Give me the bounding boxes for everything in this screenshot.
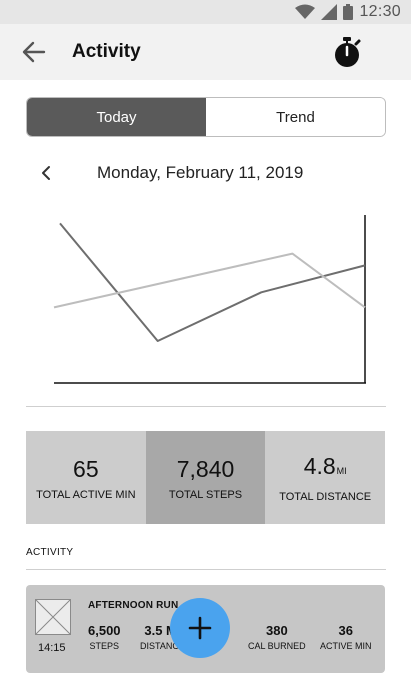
tab-today[interactable]: Today: [27, 98, 206, 136]
stat-active-min[interactable]: 65 TOTAL ACTIVE MIN: [26, 431, 146, 524]
arrow-back-icon: [22, 41, 46, 63]
page-title: Activity: [72, 41, 141, 62]
status-bar: 12:30: [0, 0, 411, 24]
metric-label: CAL BURNED: [248, 641, 306, 651]
divider: [26, 569, 386, 570]
date-label: Monday, February 11, 2019: [97, 163, 304, 182]
image-placeholder-icon: [35, 599, 71, 635]
chart-series-line-1: [59, 222, 366, 342]
status-icons: 12:30: [295, 3, 401, 21]
metric-value: 6,500: [88, 623, 121, 638]
stat-value: 4.8MI: [303, 453, 347, 479]
activity-time: 14:15: [38, 642, 66, 654]
tab-bar: Today Trend: [26, 97, 386, 137]
wifi-icon: [295, 4, 316, 19]
divider: [26, 406, 386, 407]
metric-steps: 6,500 STEPS: [88, 623, 121, 651]
stat-label: TOTAL ACTIVE MIN: [36, 488, 136, 501]
metric-label: ACTIVE MIN: [320, 641, 372, 651]
add-activity-button[interactable]: [170, 598, 230, 658]
metric-calories: 380 CAL BURNED: [248, 623, 306, 651]
metric-value: 380: [265, 623, 288, 638]
stat-label: TOTAL STEPS: [168, 488, 243, 501]
metric-value: 36: [338, 623, 353, 638]
stat-label: TOTAL DISTANCE: [279, 491, 372, 503]
activity-title: AFTERNOON RUN: [88, 600, 179, 611]
battery-icon: [343, 4, 354, 20]
plus-icon: [188, 616, 212, 640]
metric-active-min: 36 ACTIVE MIN: [320, 623, 372, 651]
app-bar: Activity: [0, 24, 411, 80]
stat-value: 65: [73, 455, 99, 482]
stat-steps[interactable]: 7,840 TOTAL STEPS: [145, 431, 266, 524]
stopwatch-button[interactable]: [331, 36, 363, 68]
chevron-left-icon: [42, 166, 50, 180]
stopwatch-icon: [335, 37, 361, 67]
activity-chart: [53, 215, 366, 384]
back-button[interactable]: [20, 38, 48, 66]
tab-trend[interactable]: Trend: [206, 98, 385, 136]
previous-day-button[interactable]: [36, 162, 56, 184]
chart-series: [53, 222, 366, 342]
signal-icon: [321, 4, 338, 20]
section-label-activity: ACTIVITY: [26, 547, 74, 558]
stat-unit: MI: [336, 466, 347, 476]
summary-stats: 65 TOTAL ACTIVE MIN 7,840 TOTAL STEPS 4.…: [26, 431, 386, 524]
stat-distance[interactable]: 4.8MI TOTAL DISTANCE: [265, 431, 386, 524]
stat-value: 7,840: [176, 455, 235, 482]
chart-series-line-2: [53, 252, 366, 309]
status-time: 12:30: [359, 3, 401, 20]
metric-label: STEPS: [89, 641, 120, 651]
